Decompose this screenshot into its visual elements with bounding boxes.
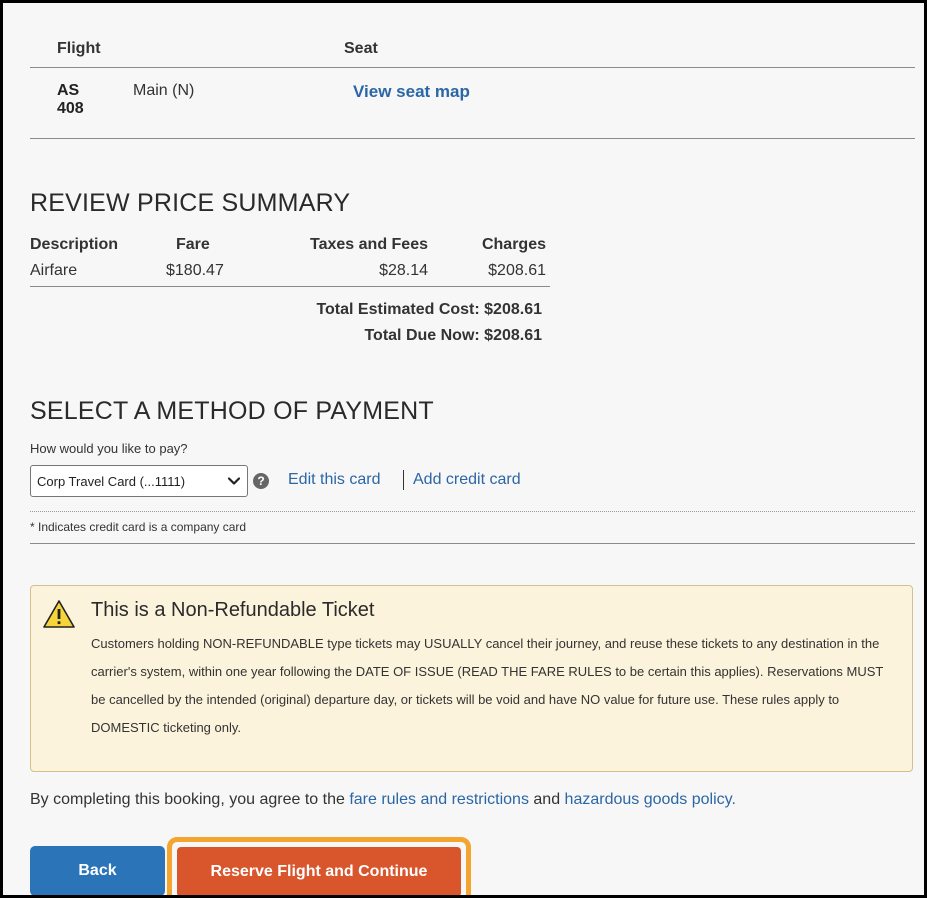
price-description: Airfare bbox=[30, 262, 78, 279]
fare-column-header: Fare bbox=[176, 236, 210, 253]
flight-table-header: Flight Seat bbox=[30, 31, 915, 68]
reserve-button-highlight: Reserve Flight and Continue bbox=[167, 837, 471, 895]
fare-rules-link[interactable]: fare rules and restrictions bbox=[349, 791, 529, 808]
flight-row: AS 408 Main (N) View seat map bbox=[30, 68, 915, 139]
price-summary-heading: REVIEW PRICE SUMMARY bbox=[30, 189, 351, 217]
description-column-header: Description bbox=[30, 236, 119, 253]
warning-icon bbox=[43, 600, 75, 628]
flight-column-header: Flight bbox=[57, 40, 101, 57]
payment-controls: Corp Travel Card (...1111) ? Edit this c… bbox=[30, 465, 910, 497]
seat-column-header: Seat bbox=[344, 40, 378, 57]
taxes-column-header: Taxes and Fees bbox=[310, 236, 428, 253]
edit-card-link[interactable]: Edit this card bbox=[288, 471, 380, 489]
total-due-now: Total Due Now: $208.61 bbox=[364, 327, 542, 344]
cabin-class: Main (N) bbox=[133, 82, 195, 99]
non-refundable-warning: This is a Non-Refundable Ticket Customer… bbox=[30, 585, 913, 772]
booking-agreement: By completing this booking, you agree to… bbox=[30, 791, 736, 809]
charges-column-header: Charges bbox=[481, 236, 546, 253]
hazardous-goods-link[interactable]: hazardous goods policy. bbox=[565, 791, 736, 808]
reserve-flight-button[interactable]: Reserve Flight and Continue bbox=[177, 847, 461, 895]
add-credit-card-link[interactable]: Add credit card bbox=[413, 471, 521, 489]
view-seat-map-link[interactable]: View seat map bbox=[353, 82, 470, 102]
warning-title: This is a Non-Refundable Ticket bbox=[91, 599, 375, 621]
company-card-note: * Indicates credit card is a company car… bbox=[30, 520, 247, 534]
warning-body: Customers holding NON-REFUNDABLE type ti… bbox=[91, 636, 884, 735]
price-charges: $208.61 bbox=[488, 262, 546, 279]
payment-heading: SELECT A METHOD OF PAYMENT bbox=[30, 397, 434, 425]
flight-seat-table: Flight Seat AS 408 Main (N) View seat ma… bbox=[30, 31, 915, 139]
payment-question: How would you like to pay? bbox=[30, 441, 188, 456]
payment-dotted-divider bbox=[30, 511, 915, 512]
price-summary-table: Description Fare Taxes and Fees Charges … bbox=[30, 233, 550, 287]
flight-code: AS 408 bbox=[57, 82, 84, 117]
booking-review-panel: Flight Seat AS 408 Main (N) View seat ma… bbox=[0, 0, 927, 898]
link-divider bbox=[403, 470, 404, 490]
total-estimated-cost: Total Estimated Cost: $208.61 bbox=[316, 301, 542, 318]
price-table-header: Description Fare Taxes and Fees Charges bbox=[30, 233, 550, 259]
help-icon[interactable]: ? bbox=[253, 473, 269, 489]
payment-divider bbox=[30, 543, 915, 544]
price-row-airfare: Airfare $180.47 $28.14 $208.61 bbox=[30, 259, 550, 287]
chevron-down-icon bbox=[227, 477, 241, 485]
agreement-prefix: By completing this booking, you agree to… bbox=[30, 791, 350, 808]
price-fare: $180.47 bbox=[166, 262, 224, 279]
agreement-middle: and bbox=[528, 791, 565, 808]
payment-card-select[interactable]: Corp Travel Card (...1111) bbox=[30, 465, 248, 497]
selected-card-value: Corp Travel Card (...1111) bbox=[37, 474, 186, 489]
back-button[interactable]: Back bbox=[30, 846, 165, 895]
price-taxes: $28.14 bbox=[379, 262, 428, 279]
